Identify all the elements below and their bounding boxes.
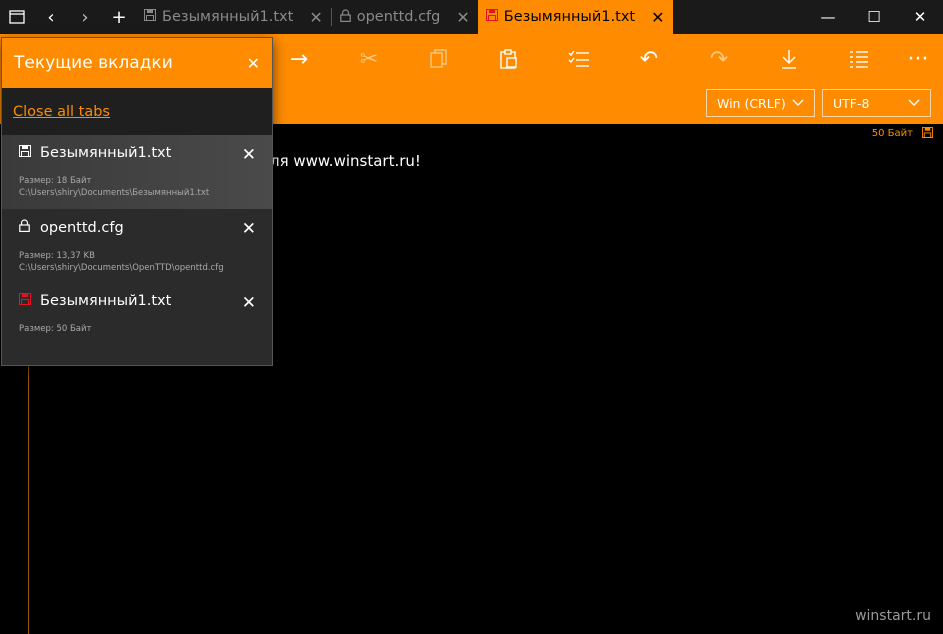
- window-controls: — ☐ ✕: [805, 0, 943, 34]
- tab-close-icon[interactable]: ✕: [651, 8, 664, 27]
- back-arrow-icon[interactable]: ‹: [34, 0, 68, 34]
- unsaved-floppy-icon: [485, 9, 498, 25]
- goto-arrow-icon[interactable]: →: [281, 44, 317, 74]
- select-all-icon[interactable]: [561, 44, 597, 74]
- tab-openttd[interactable]: openttd.cfg ✕: [332, 0, 478, 34]
- save-status-icon: [922, 127, 933, 141]
- flyout-tab-path: C:\Users\shiry\Documents\OpenTTD\openttd…: [19, 263, 224, 273]
- lock-icon: [339, 8, 351, 26]
- tab-close-icon[interactable]: ✕: [309, 8, 322, 27]
- undo-icon[interactable]: ↶: [631, 44, 667, 74]
- current-tabs-flyout: Текущие вкладки ✕ Close all tabs Безымян…: [1, 37, 273, 366]
- flyout-tab-item[interactable]: openttd.cfg ✕ Размер: 13,37 KB C:\Users\…: [2, 209, 272, 283]
- flyout-tab-name-row: Безымянный1.txt: [19, 145, 256, 161]
- file-size-status: 50 Байт: [871, 128, 913, 139]
- flyout-tab-name-row: openttd.cfg: [19, 219, 256, 236]
- flyout-header: Текущие вкладки ✕: [2, 38, 272, 88]
- paste-icon[interactable]: [491, 44, 527, 74]
- flyout-title: Текущие вкладки: [14, 53, 173, 73]
- flyout-tab-name: openttd.cfg: [40, 219, 124, 236]
- close-icon[interactable]: ✕: [242, 145, 256, 165]
- tab-label: Безымянный1.txt: [162, 9, 294, 25]
- tab-close-icon[interactable]: ✕: [456, 8, 469, 27]
- cut-icon[interactable]: ✂: [351, 44, 387, 74]
- flyout-tab-meta: Размер: 18 Байт C:\Users\shiry\Documents…: [19, 175, 256, 199]
- flyout-actions: Close all tabs: [2, 88, 272, 135]
- title-bar: ‹ › + Безымянный1.txt ✕ openttd.cfg ✕ Бе…: [0, 0, 943, 34]
- close-icon[interactable]: ✕: [242, 293, 256, 313]
- floppy-icon: [19, 145, 33, 161]
- maximize-icon[interactable]: ☐: [851, 0, 897, 34]
- tab-label: openttd.cfg: [356, 9, 441, 25]
- floppy-icon: [144, 9, 156, 25]
- line-ending-dropdown[interactable]: Win (CRLF): [706, 89, 815, 117]
- forward-arrow-icon[interactable]: ›: [68, 0, 102, 34]
- flyout-close-icon[interactable]: ✕: [247, 54, 260, 73]
- more-options-icon[interactable]: ···: [900, 44, 936, 74]
- flyout-tab-item[interactable]: Безымянный1.txt ✕ Размер: 18 Байт C:\Use…: [2, 135, 272, 209]
- encoding-dropdown[interactable]: UTF-8: [822, 89, 931, 117]
- minimize-icon[interactable]: —: [805, 0, 851, 34]
- chevron-down-icon: [908, 96, 920, 110]
- tabs-list-icon[interactable]: [841, 44, 877, 74]
- lock-icon: [19, 219, 33, 236]
- flyout-tab-path: C:\Users\shiry\Documents\Безымянный1.txt: [19, 188, 210, 198]
- new-tab-icon[interactable]: +: [102, 0, 136, 34]
- flyout-tab-name: Безымянный1.txt: [40, 293, 172, 309]
- close-icon[interactable]: ✕: [242, 219, 256, 239]
- close-all-tabs-link[interactable]: Close all tabs: [13, 104, 110, 120]
- watermark: winstart.ru: [855, 608, 931, 624]
- flyout-tab-size: Размер: 50 Байт: [19, 324, 92, 334]
- tab-bezymyanny1-first[interactable]: Безымянный1.txt ✕: [136, 0, 331, 34]
- encoding-value: UTF-8: [833, 95, 870, 111]
- flyout-tab-name-row: Безымянный1.txt: [19, 293, 256, 309]
- flyout-tab-meta: Размер: 13,37 KB C:\Users\shiry\Document…: [19, 250, 256, 274]
- tab-label: Безымянный1.txt: [503, 9, 636, 25]
- flyout-tab-meta: Размер: 50 Байт: [19, 323, 256, 335]
- unsaved-floppy-icon: [19, 293, 33, 309]
- flyout-tab-name: Безымянный1.txt: [40, 145, 172, 161]
- redo-icon[interactable]: ↷: [701, 44, 737, 74]
- line-ending-value: Win (CRLF): [717, 95, 786, 111]
- chevron-down-icon: [792, 96, 804, 110]
- tab-bezymyanny1-active[interactable]: Безымянный1.txt ✕: [477, 0, 673, 34]
- flyout-tab-size: Размер: 18 Байт: [19, 176, 92, 186]
- save-download-icon[interactable]: [771, 44, 807, 74]
- flyout-tab-item[interactable]: Безымянный1.txt ✕ Размер: 50 Байт: [2, 283, 272, 357]
- flyout-tab-size: Размер: 13,37 KB: [19, 251, 95, 261]
- copy-icon[interactable]: [421, 44, 457, 74]
- tab-list-icon[interactable]: [0, 0, 34, 34]
- close-window-icon[interactable]: ✕: [897, 0, 943, 34]
- editor-text-line[interactable]: ля www.winstart.ru!: [270, 152, 421, 170]
